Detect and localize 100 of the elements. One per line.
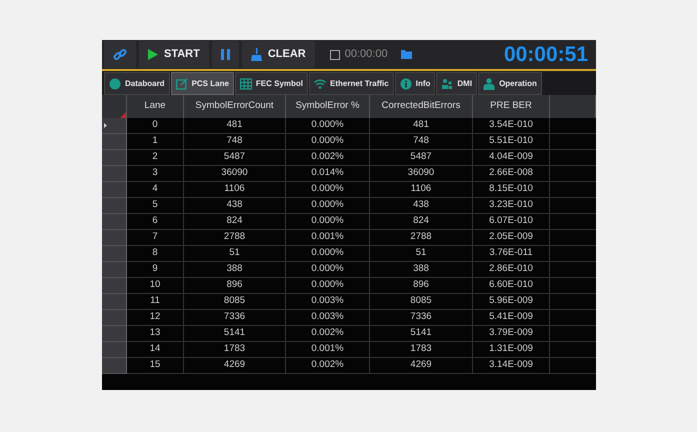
- table-cell: 0: [127, 118, 184, 134]
- tab[interactable]: PCS Lane: [170, 72, 234, 95]
- tab[interactable]: FEC Symbol: [234, 72, 308, 95]
- table-cell: 4269: [184, 358, 286, 374]
- table-cell: 0.000%: [286, 134, 370, 150]
- table-cell: 0.003%: [286, 294, 370, 310]
- pause-button[interactable]: [212, 41, 239, 68]
- row-header[interactable]: [102, 310, 127, 326]
- table-cell: 2: [127, 150, 184, 166]
- table-cell: 1783: [184, 342, 286, 358]
- row-header[interactable]: [102, 358, 127, 374]
- tab[interactable]: Operation: [478, 72, 542, 95]
- table-cell: 748: [184, 134, 286, 150]
- edit-icon: [176, 78, 188, 90]
- row-header[interactable]: [102, 166, 127, 182]
- row-header[interactable]: [102, 214, 127, 230]
- table-cell: 3.14E-009: [473, 358, 550, 374]
- table-cell: 0.000%: [286, 262, 370, 278]
- table-cell: 1: [127, 134, 184, 150]
- row-header[interactable]: [102, 118, 127, 134]
- table-cell: 438: [370, 198, 473, 214]
- table-cell: 5.51E-010: [473, 134, 550, 150]
- row-header[interactable]: [102, 262, 127, 278]
- table-cell: 7336: [370, 310, 473, 326]
- table-cell: 9: [127, 262, 184, 278]
- table-cell: 6: [127, 214, 184, 230]
- info-icon: [400, 78, 412, 90]
- table-cell: 438: [184, 198, 286, 214]
- row-header[interactable]: [102, 134, 127, 150]
- column-header[interactable]: SymbolError %: [286, 95, 370, 118]
- current-row-icon: [104, 123, 107, 128]
- row-header[interactable]: [102, 182, 127, 198]
- table-cell: 36090: [184, 166, 286, 182]
- table-cell: 3.23E-010: [473, 198, 550, 214]
- table-cell: 8085: [184, 294, 286, 310]
- row-header[interactable]: [102, 278, 127, 294]
- table-cell: 824: [370, 214, 473, 230]
- table-cell: 388: [184, 262, 286, 278]
- tab[interactable]: Ethernet Traffic: [309, 72, 394, 95]
- corner-triangle-icon: [120, 112, 126, 118]
- table-cell: 0.000%: [286, 246, 370, 262]
- link-button[interactable]: [104, 41, 136, 68]
- table-cell: 8: [127, 246, 184, 262]
- table-cell: 5141: [370, 326, 473, 342]
- link-icon: [113, 48, 127, 62]
- table-cell: 3.54E-010: [473, 118, 550, 134]
- column-header[interactable]: SymbolErrorCount: [184, 95, 286, 118]
- record-time: 00:00:00: [344, 47, 388, 62]
- table-cell: 12: [127, 310, 184, 326]
- table-cell: 1106: [370, 182, 473, 198]
- table-cell: 3.76E-011: [473, 246, 550, 262]
- tab[interactable]: DMI: [436, 72, 478, 95]
- table-cell: 2788: [370, 230, 473, 246]
- table-cell: 7: [127, 230, 184, 246]
- table-cell: 5.96E-009: [473, 294, 550, 310]
- row-header[interactable]: [102, 294, 127, 310]
- table-cell: 7336: [184, 310, 286, 326]
- row-header[interactable]: [102, 246, 127, 262]
- row-header[interactable]: [102, 198, 127, 214]
- row-header[interactable]: [102, 326, 127, 342]
- table-cell: 8.15E-010: [473, 182, 550, 198]
- table-cell: 4.04E-009: [473, 150, 550, 166]
- column-header[interactable]: PRE BER: [473, 95, 550, 118]
- table-cell: 0.014%: [286, 166, 370, 182]
- table-cell: 896: [370, 278, 473, 294]
- table-cell: 15: [127, 358, 184, 374]
- table-cell: 5.41E-009: [473, 310, 550, 326]
- column-header[interactable]: Lane: [127, 95, 184, 118]
- table-cell: 10: [127, 278, 184, 294]
- tab[interactable]: Databoard: [104, 72, 170, 95]
- table-cell: 0.003%: [286, 310, 370, 326]
- start-button[interactable]: START: [139, 41, 209, 68]
- table-cell: 51: [184, 246, 286, 262]
- clear-button[interactable]: CLEAR: [242, 41, 315, 68]
- row-header[interactable]: [102, 230, 127, 246]
- column-header[interactable]: CorrectedBitErrors: [370, 95, 473, 118]
- table-cell: 481: [370, 118, 473, 134]
- table-cell: 8085: [370, 294, 473, 310]
- table-cell: 14: [127, 342, 184, 358]
- elapsed-timer: 00:00:51: [504, 42, 589, 68]
- row-header[interactable]: [102, 150, 127, 166]
- pause-icon: [220, 49, 230, 60]
- table-cell: 6.60E-010: [473, 278, 550, 294]
- play-icon: [148, 49, 158, 60]
- table-cell: 1106: [184, 182, 286, 198]
- table-cell: 0.002%: [286, 358, 370, 374]
- table-cell: 0.000%: [286, 278, 370, 294]
- folder-icon[interactable]: [400, 50, 412, 59]
- table-cell: 36090: [370, 166, 473, 182]
- table-cell: 748: [370, 134, 473, 150]
- table-cell: 824: [184, 214, 286, 230]
- table-cell: 0.000%: [286, 214, 370, 230]
- table-cell: 3.79E-009: [473, 326, 550, 342]
- tab[interactable]: Info: [394, 72, 436, 95]
- table-cell: 51: [370, 246, 473, 262]
- table-cell: 1783: [370, 342, 473, 358]
- table-cell: 0.001%: [286, 342, 370, 358]
- row-header[interactable]: [102, 342, 127, 358]
- record-checkbox[interactable]: [330, 50, 340, 60]
- grid-icon: [240, 78, 252, 90]
